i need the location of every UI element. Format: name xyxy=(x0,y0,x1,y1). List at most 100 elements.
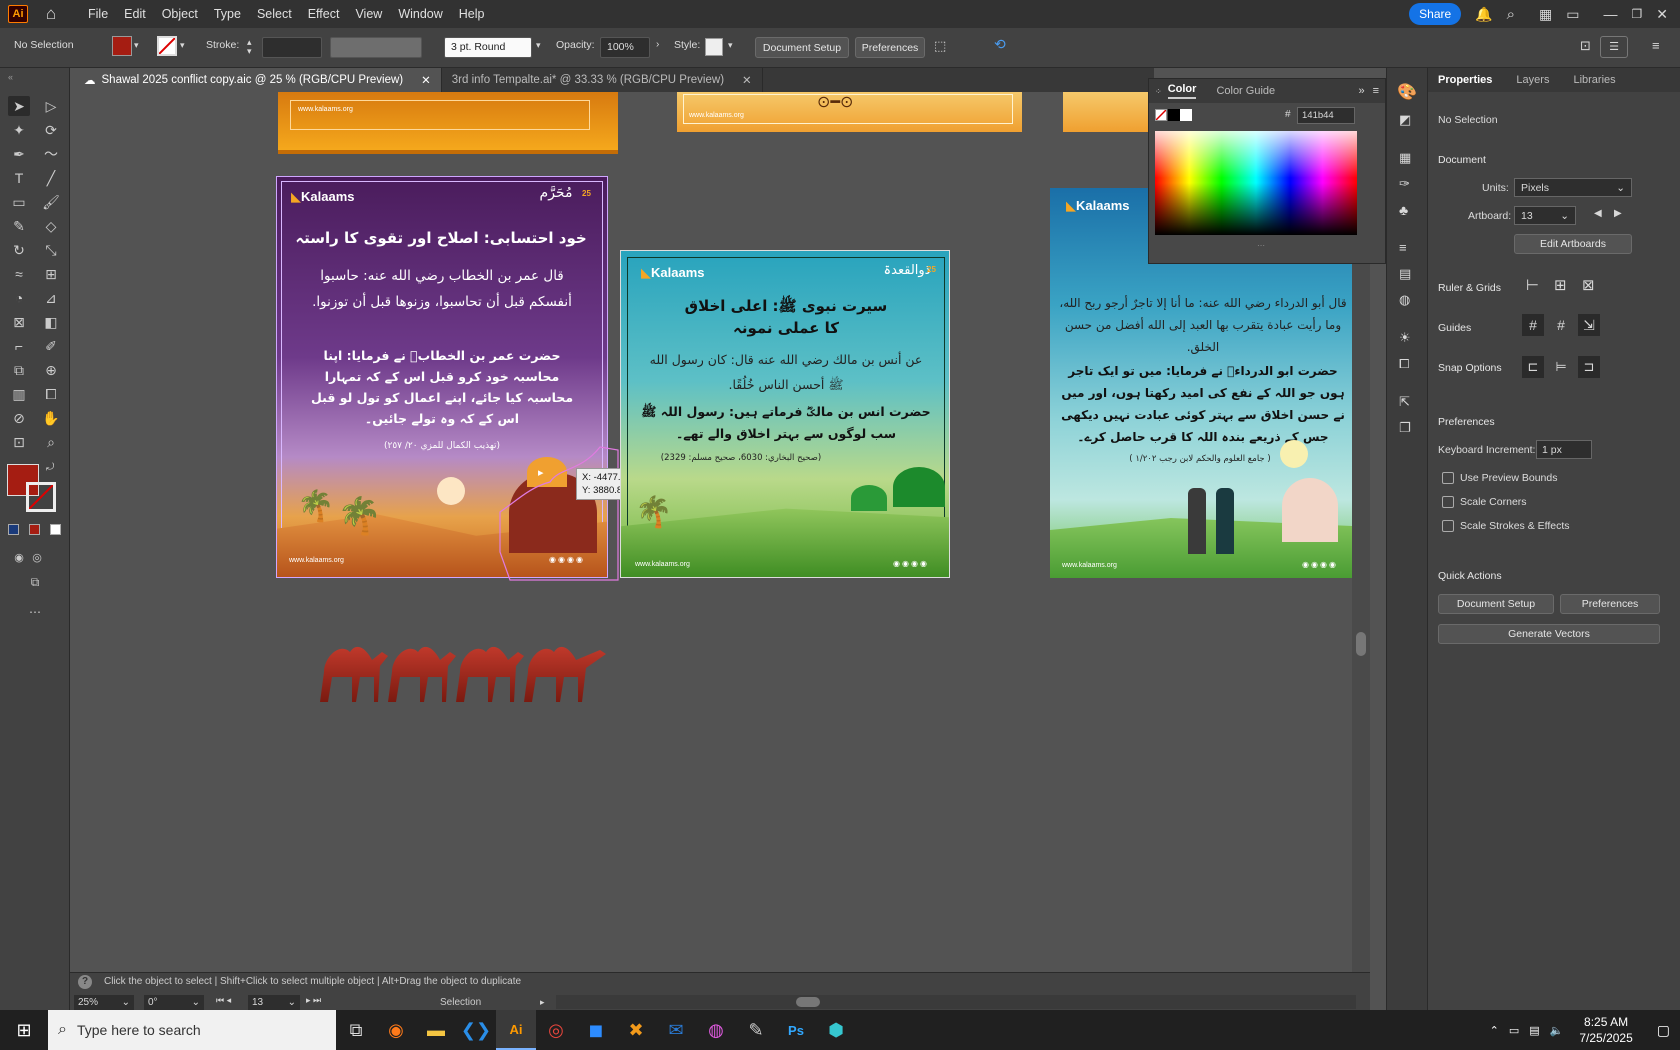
help-icon[interactable]: ? xyxy=(78,975,92,989)
measure-icon[interactable]: ✐ xyxy=(40,336,62,356)
fill-swatch[interactable] xyxy=(112,36,132,56)
line-tool-icon[interactable]: ╱ xyxy=(40,168,62,188)
menu-file[interactable]: File xyxy=(80,7,116,21)
none-mode-icon[interactable] xyxy=(50,524,61,535)
menu-edit[interactable]: Edit xyxy=(116,7,154,21)
chevron-down-icon[interactable]: ▾ xyxy=(134,40,139,51)
search-icon[interactable]: ⌕ xyxy=(1507,6,1515,23)
file-explorer-icon[interactable]: ▬ xyxy=(416,1010,456,1050)
curvature-tool-icon[interactable]: 〜 xyxy=(40,144,62,164)
illustrator-taskbar-icon[interactable]: Ai xyxy=(496,1010,536,1050)
export-icon[interactable]: ⇱ xyxy=(1399,394,1410,410)
perspective-icon[interactable]: ⊿ xyxy=(40,288,62,308)
gradient-icon[interactable]: ▤ xyxy=(1399,266,1411,282)
gradient-tool-icon[interactable]: ◧ xyxy=(40,312,62,332)
recolor-icon[interactable]: ⟲ xyxy=(994,36,1006,53)
notifications-icon[interactable]: ▢ xyxy=(1657,1022,1670,1039)
task-view-icon[interactable]: ⧉ xyxy=(336,1010,376,1050)
camel-caravan-illustration[interactable] xyxy=(310,622,620,712)
document-setup-button[interactable]: Document Setup xyxy=(1438,594,1554,614)
tab-layers[interactable]: Layers xyxy=(1516,74,1549,86)
outlook-icon[interactable]: ✉ xyxy=(656,1010,696,1050)
app-hex-icon[interactable]: ⬢ xyxy=(816,1010,856,1050)
checkbox-scale-strokes[interactable] xyxy=(1442,520,1454,532)
transparency-icon[interactable]: ◍ xyxy=(1399,292,1410,308)
tab-properties[interactable]: Properties xyxy=(1438,74,1492,86)
transparency-grid-icon[interactable]: ⊠ xyxy=(1582,276,1595,294)
snap-pixel-icon[interactable]: ⊐ xyxy=(1578,356,1600,378)
stroke-stepper[interactable]: ▴ ▾ xyxy=(247,38,252,56)
arrange-icon[interactable]: ⊡ xyxy=(1580,38,1591,54)
screen-mode-icon[interactable]: ⧉ xyxy=(24,572,46,592)
collapse-icon[interactable]: « xyxy=(8,72,13,82)
checkbox-preview-bounds[interactable] xyxy=(1442,472,1454,484)
chevron-down-icon[interactable]: ▾ xyxy=(728,40,733,51)
artboard-orange-3[interactable] xyxy=(1063,92,1153,132)
hex-input[interactable]: 141b44 xyxy=(1297,107,1355,124)
lock-guides-icon[interactable]: # xyxy=(1550,314,1572,336)
zoom-select[interactable]: 25% ⌄ xyxy=(74,995,134,1011)
pen-tool-icon[interactable]: ✒ xyxy=(8,144,30,164)
creative-cloud-icon[interactable]: ◍ xyxy=(696,1010,736,1050)
align-icon[interactable]: ⬚ xyxy=(934,38,946,54)
menu-object[interactable]: Object xyxy=(154,7,206,21)
black-swatch[interactable] xyxy=(1168,109,1180,121)
artboard-orange-1[interactable]: www.kalaams.org xyxy=(278,92,618,154)
artboard-select[interactable]: 13 ⌄ xyxy=(1514,206,1576,225)
stroke-swatch[interactable] xyxy=(157,36,177,56)
document-setup-button[interactable]: Document Setup xyxy=(755,37,849,58)
color-mode-icon[interactable] xyxy=(8,524,19,535)
scrollbar-thumb[interactable] xyxy=(1356,632,1366,656)
white-swatch[interactable] xyxy=(1180,109,1192,121)
tab-info-template[interactable]: 3rd info Tempalte.ai* @ 33.33 % (RGB/CPU… xyxy=(442,68,763,92)
menu-help[interactable]: Help xyxy=(451,7,493,21)
style-swatch[interactable] xyxy=(705,38,723,56)
opacity-input[interactable]: 100% xyxy=(600,37,650,58)
close-icon[interactable]: ✕ xyxy=(742,73,752,87)
taskbar-search-box[interactable]: ⌕ Type here to search xyxy=(48,1010,336,1050)
stroke-color-swatch[interactable] xyxy=(26,482,56,512)
more-tools-icon[interactable]: ⋯ xyxy=(24,602,46,622)
symbols-icon[interactable]: ♣ xyxy=(1399,202,1408,218)
tab-libraries[interactable]: Libraries xyxy=(1573,74,1615,86)
menu-type[interactable]: Type xyxy=(206,7,249,21)
brush-select[interactable]: 3 pt. Round xyxy=(444,37,532,58)
scrollbar-thumb[interactable] xyxy=(796,997,820,1007)
free-transform-icon[interactable]: ⊞ xyxy=(40,264,62,284)
swap-icon[interactable]: ⤾ xyxy=(46,462,54,473)
bell-icon[interactable]: 🔔 xyxy=(1475,6,1492,23)
mesh-tool-icon[interactable]: ⊠ xyxy=(8,312,30,332)
brushes-icon[interactable]: ✑ xyxy=(1399,176,1410,192)
blend-tool-icon[interactable]: ⧉ xyxy=(8,360,30,380)
chevron-down-icon[interactable]: ▾ xyxy=(536,40,541,51)
tab-shawal[interactable]: ☁ Shawal 2025 conflict copy.aic @ 25 % (R… xyxy=(74,68,442,92)
chevron-down-icon[interactable]: ▾ xyxy=(180,40,185,51)
units-select[interactable]: Pixels ⌄ xyxy=(1514,178,1632,197)
rectangle-tool-icon[interactable]: ▭ xyxy=(8,192,30,212)
color-spectrum[interactable] xyxy=(1155,131,1357,235)
minimize-icon[interactable]: — xyxy=(1604,6,1618,22)
eraser-icon[interactable]: ◇ xyxy=(40,216,62,236)
shaper-tool-icon[interactable]: ✎ xyxy=(8,216,30,236)
expand-icon[interactable]: » xyxy=(1358,85,1364,97)
resize-grip-icon[interactable]: ⋯ xyxy=(1257,241,1265,250)
first-artboard-icon[interactable]: ⏮ ◂ xyxy=(216,995,231,1006)
color-panel-icon[interactable]: 🎨 xyxy=(1397,82,1417,102)
symbol-sprayer-icon[interactable]: ⊕ xyxy=(40,360,62,380)
width-tool-icon[interactable]: ≈ xyxy=(8,264,30,284)
keyboard-increment-input[interactable]: 1 px xyxy=(1536,440,1592,459)
grip-icon[interactable]: ⁘ xyxy=(1155,87,1162,96)
panel-menu-icon[interactable]: ≡ xyxy=(1373,85,1379,97)
variable-width-select[interactable] xyxy=(330,37,422,58)
preferences-button[interactable]: Preferences xyxy=(1560,594,1660,614)
shape-builder-icon[interactable]: ◔ xyxy=(8,288,30,308)
volume-icon[interactable]: 🔈 xyxy=(1550,1024,1564,1037)
lasso-icon[interactable]: ⟳ xyxy=(40,120,62,140)
network-icon[interactable]: ▤ xyxy=(1529,1024,1539,1037)
rotation-select[interactable]: 0° ⌄ xyxy=(144,995,204,1011)
status-menu-icon[interactable]: ▸ xyxy=(540,997,545,1008)
panel-icon[interactable]: ▭ xyxy=(1566,6,1579,23)
zoom-tool-icon[interactable]: ⌕ xyxy=(40,432,62,452)
artboard-tool-icon[interactable]: ⧠ xyxy=(40,384,62,404)
graph-tool-icon[interactable]: ▥ xyxy=(8,384,30,404)
